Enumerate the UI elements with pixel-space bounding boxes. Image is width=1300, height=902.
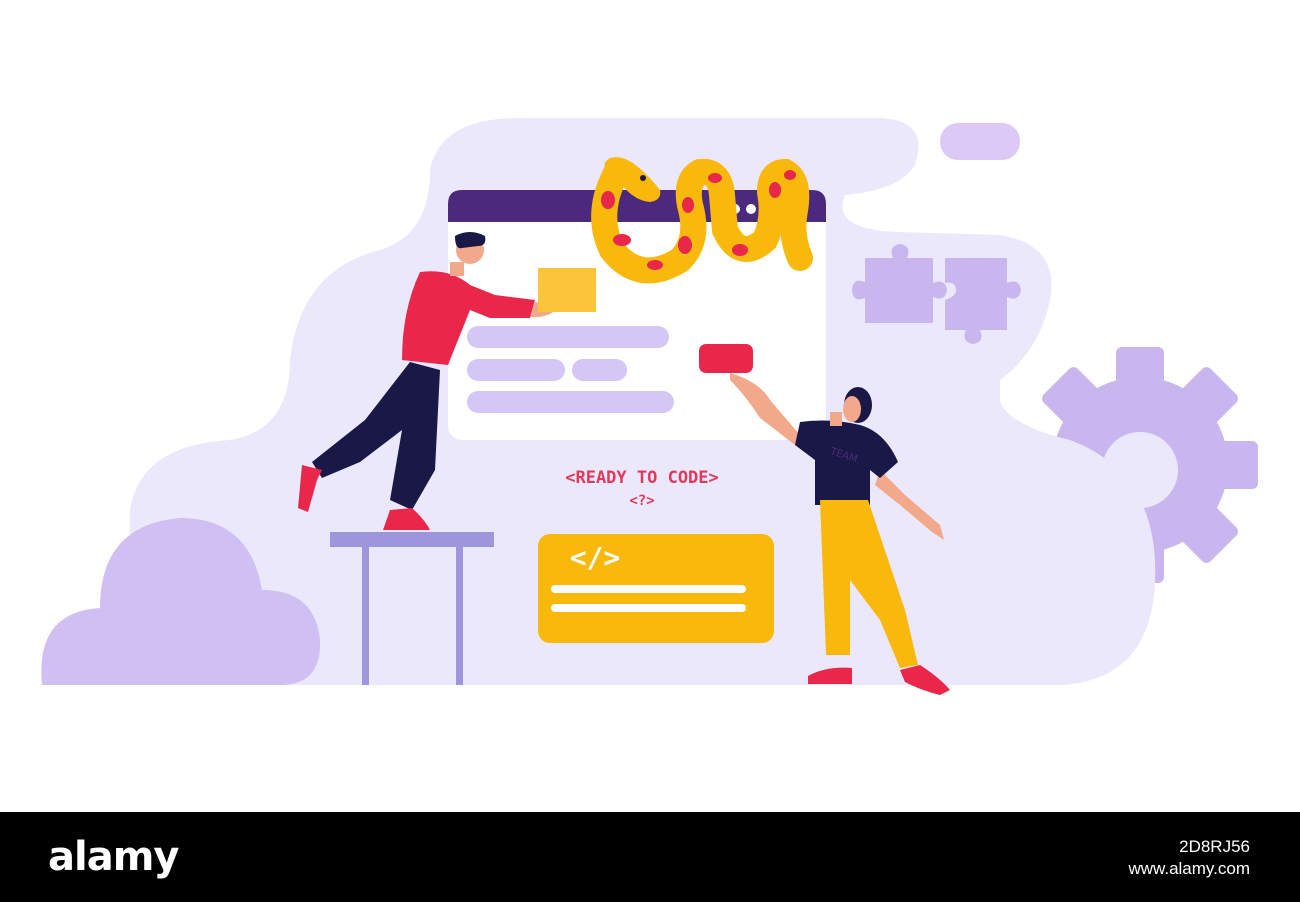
image-id: 2D8RJ56 [1179, 837, 1250, 856]
content-line [467, 359, 565, 381]
alamy-logo: alamy [48, 834, 179, 880]
code-line [551, 604, 746, 612]
code-icon: </> [570, 541, 621, 574]
question-subline: <?> [629, 493, 654, 509]
red-tag [699, 344, 753, 373]
illustration-scene: <READY TO CODE> <?> </> TEAM [41, 118, 1258, 695]
browser-dot [746, 204, 756, 214]
content-line [572, 359, 627, 381]
content-line [467, 391, 674, 413]
image-url: www.alamy.com [1128, 859, 1250, 878]
code-line [551, 585, 746, 593]
ready-to-code-headline: <READY TO CODE> [565, 468, 719, 488]
code-card: </> [538, 534, 774, 643]
watermark-bar: alamy 2D8RJ56 www.alamy.com [0, 812, 1300, 902]
image-info: 2D8RJ56 www.alamy.com [1128, 836, 1250, 880]
content-line [467, 326, 669, 348]
decor-pill [940, 123, 1020, 160]
